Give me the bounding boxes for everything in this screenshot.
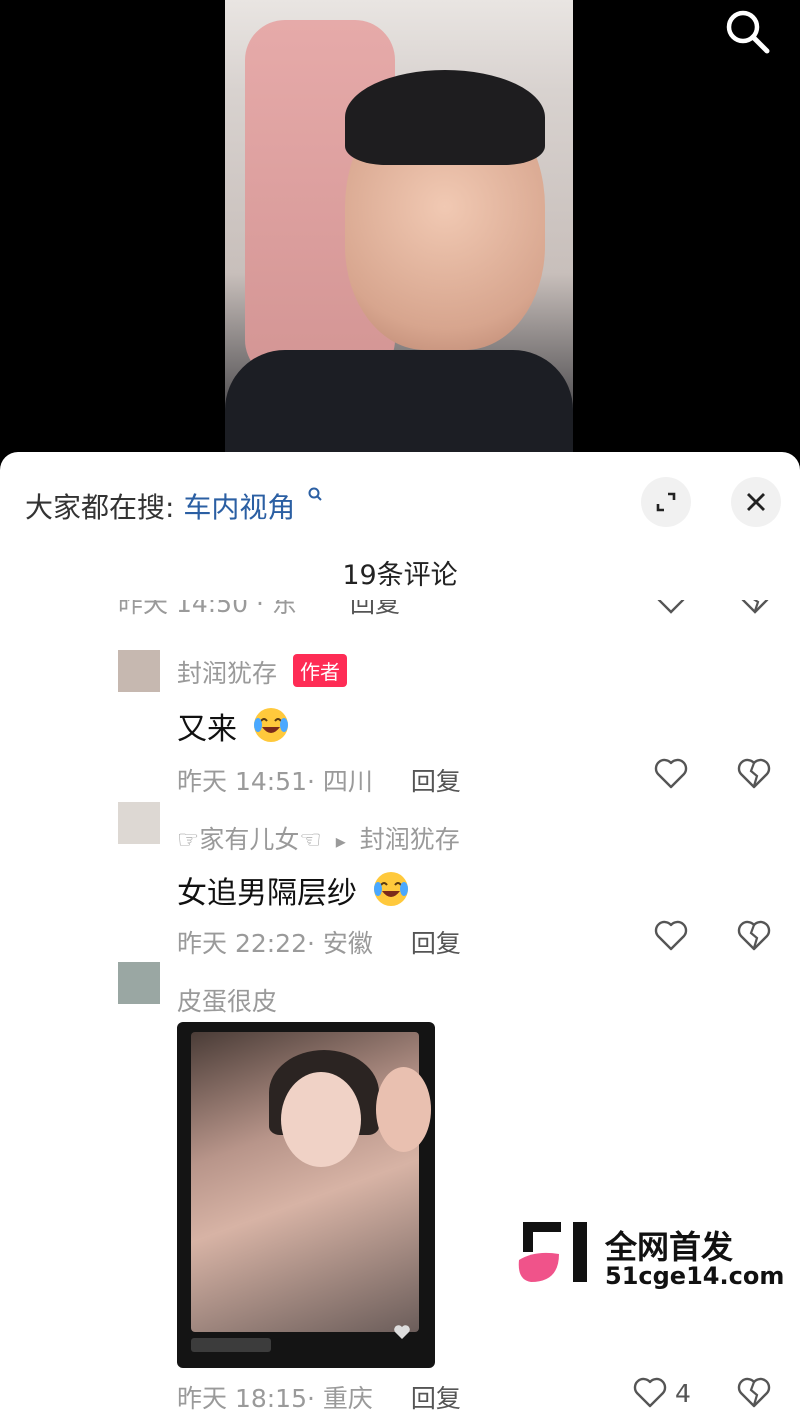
dislike-button[interactable] <box>737 920 771 956</box>
comment-text: 又来 <box>177 704 291 748</box>
reply-button[interactable]: 回复 <box>411 929 461 958</box>
clipped-dislike-icon[interactable] <box>739 600 771 616</box>
reply-arrow-icon: ▸ <box>335 829 346 853</box>
author-badge: 作者 <box>292 654 347 687</box>
comment-count: 19条评论 <box>342 560 458 591</box>
thumbnail-heart-icon <box>394 1325 410 1339</box>
crying-laughing-emoji-icon <box>373 872 408 906</box>
clipped-like-icon[interactable] <box>655 600 687 616</box>
comment-author[interactable]: ☞家有儿女☜ ▸ 封润犹存 <box>177 820 460 856</box>
comment-meta: 昨天 18:15· 重庆 回复 <box>177 1379 461 1415</box>
like-button[interactable] <box>654 758 688 790</box>
username[interactable]: 封润犹存 <box>177 659 277 688</box>
expand-icon <box>656 492 676 512</box>
comment-text-body: 女追男隔层纱 <box>177 876 357 911</box>
comment-text: 女追男隔层纱 <box>177 868 411 912</box>
heart-icon <box>654 920 688 951</box>
avatar[interactable] <box>118 802 160 844</box>
dislike-button[interactable] <box>737 758 771 794</box>
comment-time: 昨天 22:22 <box>177 929 307 958</box>
reply-to-username[interactable]: 封润犹存 <box>360 825 460 854</box>
person-shirt <box>225 350 573 455</box>
username[interactable]: ☞家有儿女☜ <box>177 825 322 854</box>
heart-icon <box>633 1377 667 1408</box>
heart-icon <box>654 758 688 789</box>
thumbnail-caption-bar <box>191 1338 271 1352</box>
broken-heart-icon <box>737 920 771 951</box>
clipped-comment-meta: 昨天 14:50 · 东 <box>118 600 297 618</box>
comment-meta: 昨天 14:51· 四川 回复 <box>177 762 461 798</box>
watermark: 全网首发 51cge14.com <box>515 1220 785 1290</box>
comment-meta: 昨天 22:22· 安徽 回复 <box>177 924 461 960</box>
mini-search-icon <box>308 487 322 501</box>
shared-video-thumbnail[interactable] <box>177 1022 435 1368</box>
person-hair <box>345 70 545 165</box>
clipped-comment-row: 昨天 14:50 · 东 回复 <box>0 600 800 630</box>
hot-search-term[interactable]: 车内视角 <box>183 491 295 524</box>
clipped-reply-button[interactable]: 回复 <box>350 600 400 620</box>
reply-button[interactable]: 回复 <box>411 767 461 796</box>
hot-search-label: 大家都在搜: <box>25 491 175 524</box>
comment-author[interactable]: 封润犹存 作者 <box>177 654 347 690</box>
avatar[interactable] <box>118 962 160 1004</box>
expand-button[interactable] <box>641 477 691 527</box>
broken-heart-icon <box>737 1377 771 1408</box>
reply-button[interactable]: 回复 <box>411 1384 461 1413</box>
search-button[interactable] <box>722 6 774 58</box>
comment-author[interactable]: 皮蛋很皮 <box>177 982 277 1018</box>
username[interactable]: 皮蛋很皮 <box>177 987 277 1016</box>
comment-location: · 重庆 <box>307 1384 373 1413</box>
video-area[interactable] <box>0 0 800 455</box>
comment-location: · 四川 <box>307 767 373 796</box>
watermark-line2: 51cge14.com <box>605 1262 785 1290</box>
crying-laughing-emoji-icon <box>253 708 288 742</box>
close-icon <box>747 493 765 511</box>
comment-location: · 安徽 <box>307 929 373 958</box>
comment-time: 昨天 18:15 <box>177 1384 307 1413</box>
like-count: 4 <box>675 1378 691 1408</box>
thumbnail-face <box>281 1072 361 1167</box>
comment-time: 昨天 14:51 <box>177 767 307 796</box>
thumbnail-image <box>191 1032 431 1332</box>
watermark-logo-icon <box>518 1222 587 1282</box>
close-button[interactable] <box>731 477 781 527</box>
thumbnail-face <box>376 1067 431 1152</box>
video-frame[interactable] <box>225 0 573 455</box>
broken-heart-icon <box>737 758 771 789</box>
dislike-button[interactable] <box>737 1377 771 1413</box>
hot-search-bar: 大家都在搜: 车内视角 <box>25 486 323 526</box>
like-button[interactable] <box>654 920 688 952</box>
comment-text-body: 又来 <box>177 712 237 747</box>
like-button[interactable]: 4 <box>633 1377 691 1409</box>
search-icon <box>726 10 770 54</box>
avatar[interactable] <box>118 650 160 692</box>
